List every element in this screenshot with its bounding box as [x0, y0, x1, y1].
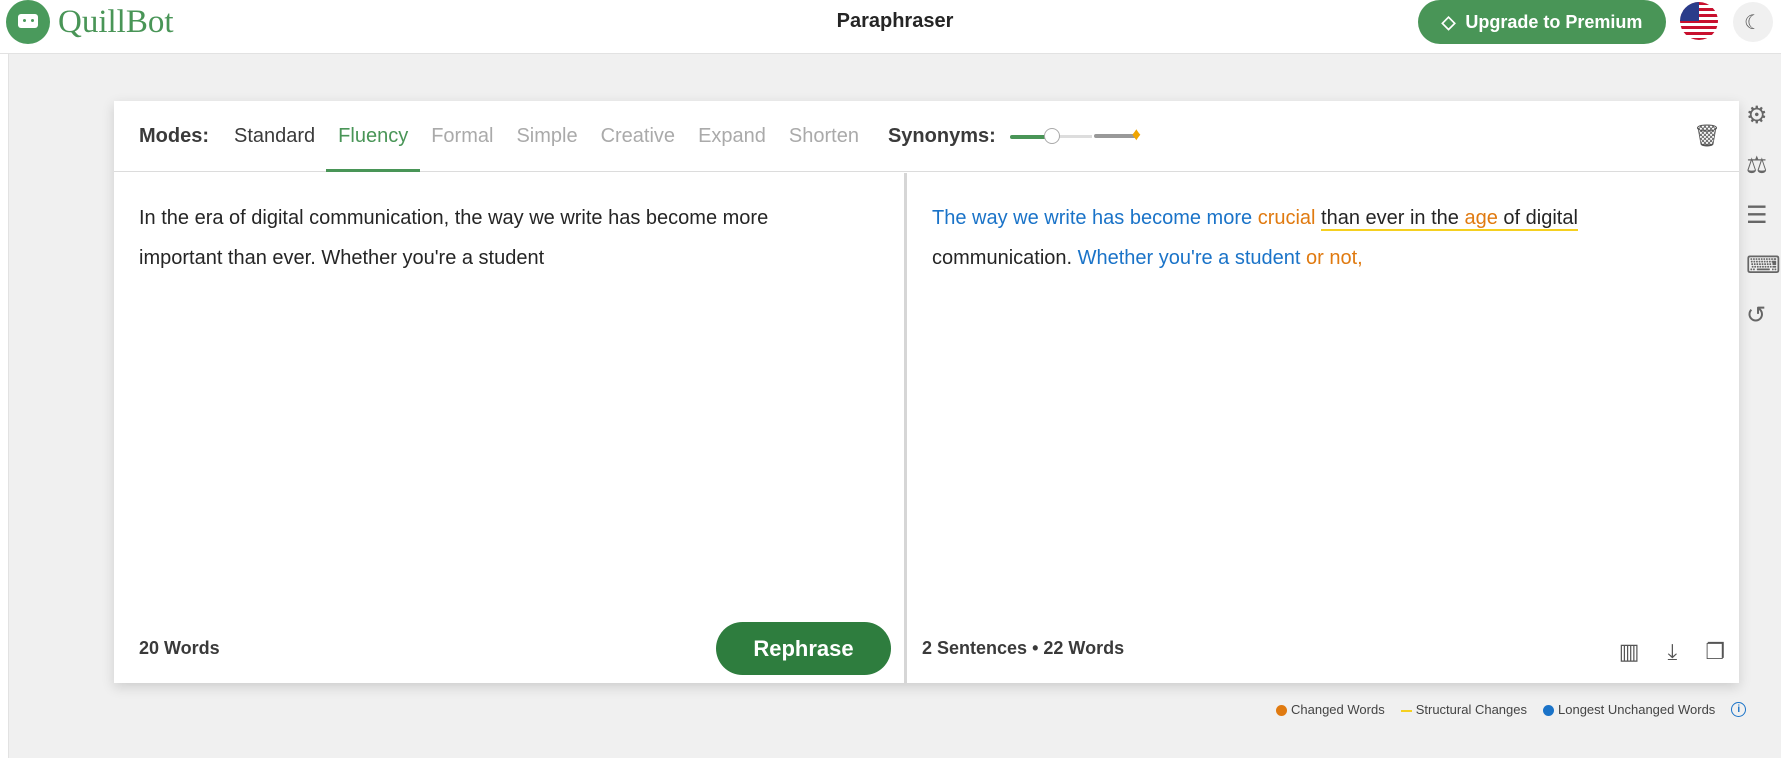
- output-word-count: 22 Words: [1043, 638, 1125, 658]
- changed-word[interactable]: or not,: [1300, 247, 1363, 269]
- side-toolbar: ⚙ ⚖ ☰ ⌨ ↺: [1746, 101, 1781, 330]
- mode-shorten[interactable]: Shorten: [789, 101, 859, 172]
- synonyms-slider[interactable]: ♦: [1009, 124, 1150, 146]
- mode-fluency[interactable]: Fluency: [326, 101, 421, 172]
- moon-icon: ☾: [1744, 11, 1762, 34]
- premium-diamond-icon: ♦: [1131, 124, 1141, 144]
- dark-mode-toggle[interactable]: ☾: [1733, 2, 1773, 42]
- mode-expand[interactable]: Expand: [698, 101, 766, 172]
- output-stats: 2 Sentences • 22 Words: [922, 638, 1125, 658]
- synonyms-label: Synonyms:: [887, 124, 996, 147]
- diamond-icon: ◇: [1441, 11, 1456, 32]
- delete-icon[interactable]: 🗑: [1693, 123, 1721, 149]
- output-actions: ▥ ⤓ ❐: [1619, 639, 1725, 665]
- legend-changed: Changed Words: [1276, 702, 1385, 717]
- changed-word[interactable]: age: [1464, 207, 1497, 229]
- input-text[interactable]: In the era of digital communication, the…: [139, 198, 844, 278]
- left-rail: [0, 54, 9, 758]
- input-word-count: 20 Words: [139, 638, 220, 658]
- output-text[interactable]: The way we write has become more crucial…: [932, 198, 1679, 278]
- paraphraser-card: Modes: Standard Fluency Formal Simple Cr…: [114, 101, 1739, 683]
- top-bar: QuillBot Paraphraser ◇ Upgrade to Premiu…: [0, 0, 1781, 54]
- legend-unchanged: Longest Unchanged Words: [1543, 702, 1715, 717]
- modes-label: Modes:: [139, 124, 209, 147]
- statistics-icon[interactable]: ▥: [1619, 639, 1640, 665]
- legend-structural: Structural Changes: [1400, 702, 1527, 717]
- mode-creative[interactable]: Creative: [601, 101, 675, 172]
- info-icon[interactable]: i: [1731, 702, 1747, 717]
- legend: Changed Words Structural Changes Longest…: [1276, 702, 1747, 717]
- unchanged-segment[interactable]: Whether you're a student: [1078, 247, 1301, 269]
- changed-word[interactable]: crucial: [1258, 207, 1316, 229]
- gear-icon[interactable]: ⚙: [1746, 101, 1781, 130]
- rephrase-button[interactable]: Rephrase: [716, 622, 891, 675]
- keyboard-icon[interactable]: ⌨: [1746, 251, 1781, 280]
- mode-formal[interactable]: Formal: [431, 101, 493, 172]
- sentence-count: 2 Sentences: [922, 638, 1028, 658]
- us-flag-icon[interactable]: [1680, 2, 1718, 40]
- mode-standard[interactable]: Standard: [234, 101, 315, 172]
- unchanged-segment[interactable]: The way we write has become more: [932, 207, 1258, 229]
- output-pane: The way we write has become more crucial…: [910, 173, 1739, 683]
- structural-segment[interactable]: than ever in the age of digital: [1321, 207, 1578, 231]
- upgrade-button[interactable]: ◇ Upgrade to Premium: [1418, 0, 1666, 44]
- modes-bar: Modes: Standard Fluency Formal Simple Cr…: [114, 101, 1739, 172]
- upgrade-label: Upgrade to Premium: [1465, 11, 1643, 32]
- copy-icon[interactable]: ❐: [1705, 639, 1725, 665]
- compare-modes-icon[interactable]: ⚖: [1746, 151, 1781, 180]
- input-pane[interactable]: In the era of digital communication, the…: [114, 173, 907, 683]
- download-icon[interactable]: ⤓: [1668, 639, 1678, 665]
- slider-thumb[interactable]: [1043, 128, 1060, 144]
- mode-simple[interactable]: Simple: [516, 101, 577, 172]
- comments-icon[interactable]: ☰: [1746, 201, 1781, 230]
- history-icon[interactable]: ↺: [1746, 301, 1781, 330]
